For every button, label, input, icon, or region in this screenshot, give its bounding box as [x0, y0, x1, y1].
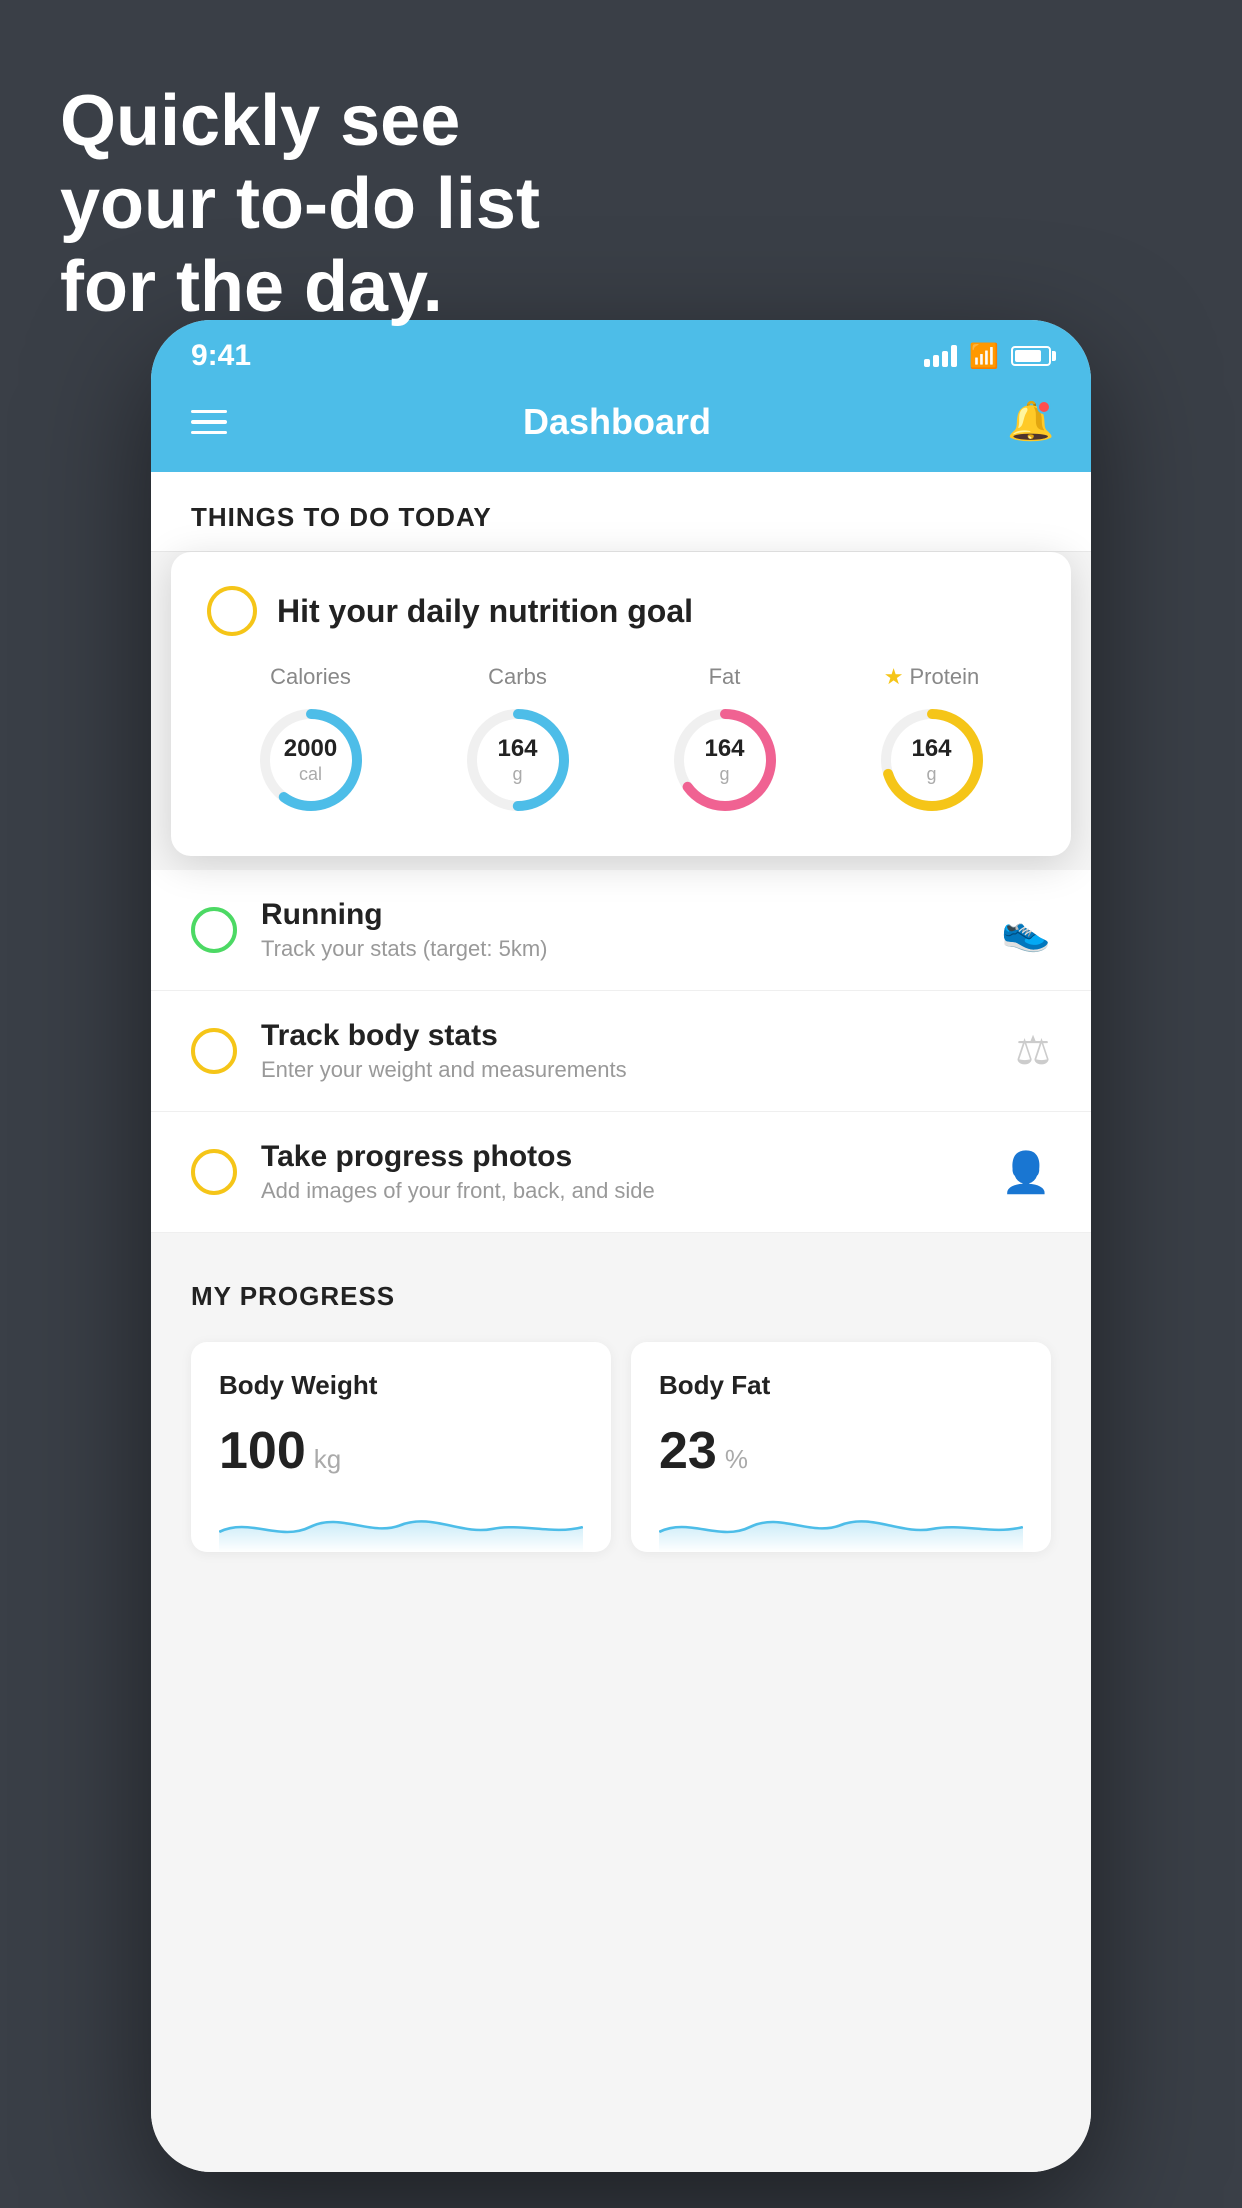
donut-value-calories: 2000 [284, 735, 337, 764]
todo-icon-1: ⚖ [1015, 1028, 1051, 1074]
donut-value-protein: 164 [911, 735, 951, 764]
battery-icon [1011, 346, 1051, 366]
donut-protein: 164 g [872, 700, 992, 820]
todo-item-1[interactable]: Track body stats Enter your weight and m… [151, 991, 1091, 1112]
hero-line3: for the day. [60, 246, 540, 329]
todo-subtitle-0: Track your stats (target: 5km) [261, 936, 977, 962]
nutrition-card[interactable]: Hit your daily nutrition goal Calories 2… [171, 552, 1071, 856]
app-header: Dashboard 🔔 [151, 384, 1091, 472]
progress-section: MY PROGRESS Body Weight 100 kg [151, 1233, 1091, 1592]
nutrition-label-carbs: Carbs [488, 664, 547, 690]
wifi-icon: 📶 [969, 342, 999, 371]
todo-subtitle-1: Enter your weight and measurements [261, 1057, 991, 1083]
nutrition-item-carbs: Carbs 164 g [458, 664, 578, 820]
nutrition-check-circle [207, 586, 257, 636]
todo-text-0: Running Track your stats (target: 5km) [261, 898, 977, 962]
nutrition-item-calories: Calories 2000 cal [251, 664, 371, 820]
todo-list: Running Track your stats (target: 5km) 👟… [151, 870, 1091, 1233]
donut-unit-protein: g [911, 764, 951, 786]
progress-value-1: 23 [659, 1421, 717, 1481]
signal-icon [924, 345, 957, 367]
progress-heading: MY PROGRESS [191, 1281, 1051, 1312]
todo-item-2[interactable]: Take progress photos Add images of your … [151, 1112, 1091, 1233]
donut-unit-calories: cal [284, 764, 337, 786]
todo-text-2: Take progress photos Add images of your … [261, 1140, 977, 1204]
card-title-row: Hit your daily nutrition goal [207, 586, 1035, 636]
hero-line2: your to-do list [60, 163, 540, 246]
nutrition-label-protein: Protein [910, 664, 980, 690]
header-title: Dashboard [523, 401, 711, 443]
things-to-do-title: THINGS TO DO TODAY [191, 502, 492, 532]
todo-icon-0: 👟 [1001, 907, 1051, 954]
status-icons: 📶 [924, 342, 1051, 371]
todo-subtitle-2: Add images of your front, back, and side [261, 1178, 977, 1204]
mini-chart-0 [219, 1497, 583, 1552]
progress-card-0[interactable]: Body Weight 100 kg [191, 1342, 611, 1552]
nutrition-item-fat: Fat 164 g [665, 664, 785, 820]
progress-value-row-1: 23 % [659, 1421, 1023, 1481]
hero-line1: Quickly see [60, 80, 540, 163]
notification-bell[interactable]: 🔔 [1007, 400, 1051, 444]
todo-icon-2: 👤 [1001, 1149, 1051, 1196]
things-to-do-header: THINGS TO DO TODAY [151, 472, 1091, 552]
nutrition-circles: Calories 2000 cal Carbs 164 g Fat [207, 664, 1035, 820]
todo-title-2: Take progress photos [261, 1140, 977, 1174]
progress-cards: Body Weight 100 kg Body Fat [191, 1342, 1051, 1552]
todo-circle-0 [191, 907, 237, 953]
todo-item-0[interactable]: Running Track your stats (target: 5km) 👟 [151, 870, 1091, 991]
status-time: 9:41 [191, 339, 251, 373]
donut-unit-fat: g [704, 764, 744, 786]
progress-unit-1: % [725, 1444, 748, 1475]
status-bar: 9:41 📶 [151, 320, 1091, 384]
mini-chart-1 [659, 1497, 1023, 1552]
progress-unit-0: kg [314, 1444, 341, 1475]
donut-calories: 2000 cal [251, 700, 371, 820]
donut-value-carbs: 164 [497, 735, 537, 764]
notification-dot [1037, 400, 1051, 414]
hero-text: Quickly see your to-do list for the day. [60, 80, 540, 328]
nutrition-item-protein: ★Protein 164 g [872, 664, 992, 820]
progress-card-1[interactable]: Body Fat 23 % [631, 1342, 1051, 1552]
nutrition-card-title: Hit your daily nutrition goal [277, 593, 693, 630]
donut-fat: 164 g [665, 700, 785, 820]
app-content: THINGS TO DO TODAY Hit your daily nutrit… [151, 472, 1091, 2172]
progress-card-title-0: Body Weight [219, 1370, 583, 1401]
donut-unit-carbs: g [497, 764, 537, 786]
progress-value-row-0: 100 kg [219, 1421, 583, 1481]
todo-circle-2 [191, 1149, 237, 1195]
phone-mockup: 9:41 📶 Dashboard 🔔 THINGS TO DO TODAY [151, 320, 1091, 2172]
star-icon: ★ [884, 664, 904, 690]
progress-value-0: 100 [219, 1421, 306, 1481]
donut-value-fat: 164 [704, 735, 744, 764]
todo-title-0: Running [261, 898, 977, 932]
hamburger-menu[interactable] [191, 410, 227, 435]
nutrition-label-calories: Calories [270, 664, 351, 690]
todo-text-1: Track body stats Enter your weight and m… [261, 1019, 991, 1083]
todo-circle-1 [191, 1028, 237, 1074]
todo-title-1: Track body stats [261, 1019, 991, 1053]
progress-card-title-1: Body Fat [659, 1370, 1023, 1401]
donut-carbs: 164 g [458, 700, 578, 820]
nutrition-label-fat: Fat [709, 664, 741, 690]
